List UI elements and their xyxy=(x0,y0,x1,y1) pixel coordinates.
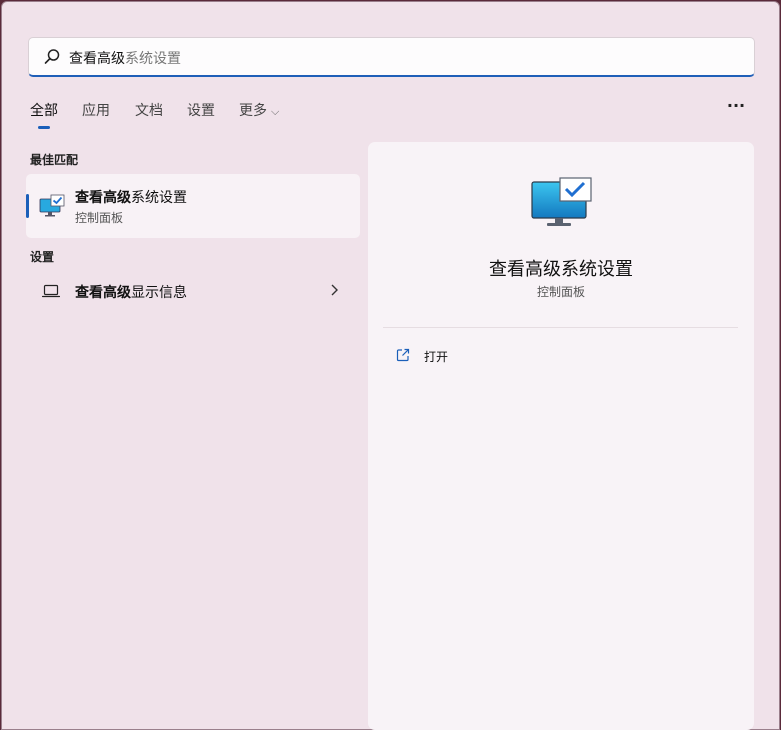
search-typed-text: 查看高级 xyxy=(69,51,125,67)
settings-item-rest: 显示信息 xyxy=(131,285,187,301)
settings-item-label: 查看高级显示信息 xyxy=(75,282,187,302)
best-match-title-rest: 系统设置 xyxy=(131,190,187,206)
tab-apps[interactable]: 应用 xyxy=(82,100,110,120)
detail-pane: 查看高级系统设置 控制面板 打开 xyxy=(368,142,754,730)
more-options-button[interactable]: ··· xyxy=(724,98,748,122)
settings-item-bold: 查看高级 xyxy=(75,285,131,301)
search-box[interactable]: 查看高级系统设置 xyxy=(28,37,755,77)
chevron-right-icon xyxy=(331,284,338,296)
best-match-heading: 最佳匹配 xyxy=(30,153,79,167)
tab-apps-label: 应用 xyxy=(82,103,110,119)
best-match-title: 查看高级系统设置 xyxy=(75,187,187,207)
best-match-subtitle: 控制面板 xyxy=(75,211,124,225)
tab-settings-label: 设置 xyxy=(187,103,215,119)
best-match-title-bold: 查看高级 xyxy=(75,190,131,206)
tab-all-label: 全部 xyxy=(30,103,58,119)
active-tab-indicator xyxy=(38,126,50,129)
settings-heading: 设置 xyxy=(30,250,55,264)
laptop-icon xyxy=(42,284,60,298)
tab-more-label: 更多 xyxy=(239,103,267,119)
search-suggestion-text: 系统设置 xyxy=(125,51,181,67)
tab-more[interactable]: 更多 ⌵ xyxy=(239,100,279,120)
search-input[interactable]: 查看高级系统设置 xyxy=(69,48,181,68)
selection-indicator xyxy=(26,194,29,218)
tab-documents-label: 文档 xyxy=(135,103,163,119)
open-action-label: 打开 xyxy=(424,350,449,364)
search-icon xyxy=(44,49,60,64)
detail-title: 查看高级系统设置 xyxy=(489,259,633,280)
open-action[interactable]: 打开 xyxy=(394,346,594,370)
system-settings-monitor-icon-large xyxy=(531,177,592,226)
tab-settings[interactable]: 设置 xyxy=(187,100,215,120)
tab-documents[interactable]: 文档 xyxy=(135,100,163,120)
divider xyxy=(383,327,738,328)
detail-subtitle: 控制面板 xyxy=(536,285,585,299)
settings-item-display-info[interactable]: 查看高级显示信息 xyxy=(26,274,360,308)
system-settings-monitor-icon xyxy=(39,194,65,217)
chevron-down-icon: ⌵ xyxy=(271,105,280,118)
best-match-item[interactable]: 查看高级系统设置 控制面板 xyxy=(26,174,360,238)
tab-all[interactable]: 全部 xyxy=(30,100,58,129)
open-external-icon xyxy=(396,348,410,362)
search-panel: 查看高级系统设置 全部 应用 文档 设置 更多 ⌵ ··· 最佳匹配 查看高级系统… xyxy=(1,1,780,730)
